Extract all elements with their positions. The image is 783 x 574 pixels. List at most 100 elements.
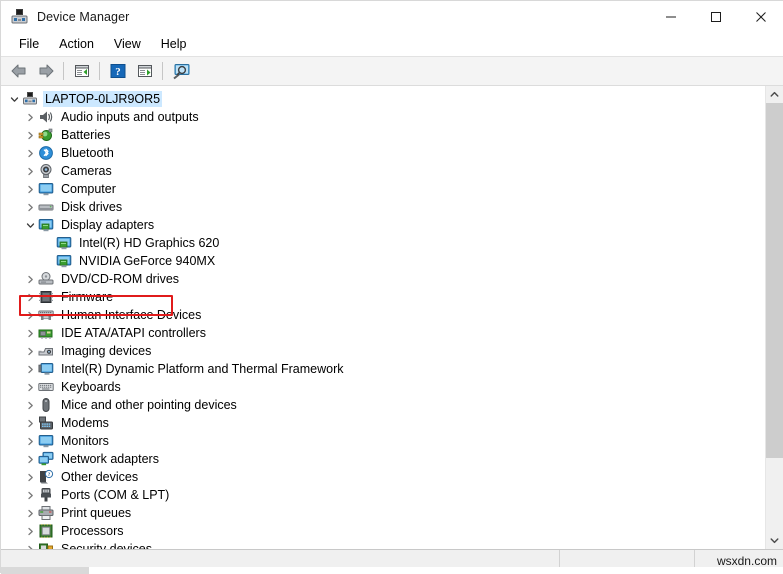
tree-item-computer[interactable]: Computer — [1, 180, 765, 198]
tree-item-other-devices[interactable]: ? Other devices — [1, 468, 765, 486]
tree-item-label: Human Interface Devices — [61, 308, 202, 322]
tree-item-ide-ata-atapi-controllers[interactable]: IDE ATA/ATAPI controllers — [1, 324, 765, 342]
chevron-right-icon[interactable] — [23, 365, 38, 374]
chevron-right-icon[interactable] — [23, 293, 38, 302]
chevron-down-icon[interactable] — [23, 221, 38, 230]
chevron-right-icon[interactable] — [23, 473, 38, 482]
window-title: Device Manager — [37, 9, 130, 24]
tree-item-audio-inputs-and-outputs[interactable]: Audio inputs and outputs — [1, 108, 765, 126]
scroll-up-button[interactable] — [766, 86, 783, 103]
menu-item-view[interactable]: View — [104, 35, 151, 54]
tree-item-cameras[interactable]: Cameras — [1, 162, 765, 180]
chevron-right-icon[interactable] — [23, 311, 38, 320]
chevron-right-icon[interactable] — [23, 527, 38, 536]
tree-item-keyboards[interactable]: Keyboards — [1, 378, 765, 396]
tree-item-network-adapters[interactable]: Network adapters — [1, 450, 765, 468]
chevron-right-icon[interactable] — [23, 329, 38, 338]
monitor-icon — [38, 433, 54, 449]
tree-item-bluetooth[interactable]: Bluetooth — [1, 144, 765, 162]
chevron-right-icon[interactable] — [23, 347, 38, 356]
vertical-scrollbar[interactable] — [765, 86, 783, 549]
tree-item-dvd-cd-rom-drives[interactable]: DVD/CD-ROM drives — [1, 270, 765, 288]
chevron-right-icon[interactable] — [23, 167, 38, 176]
tree-item-disk-drives[interactable]: Disk drives — [1, 198, 765, 216]
display-adapter-icon — [56, 235, 72, 251]
close-button[interactable] — [738, 1, 783, 32]
device-tree: LAPTOP-0LJR9OR5 Audio inputs and outputs… — [1, 86, 765, 549]
tree-item-nvidia-geforce-940mx[interactable]: NVIDIA GeForce 940MX — [1, 252, 765, 270]
chevron-right-icon[interactable] — [23, 455, 38, 464]
tree-item-label: Intel(R) Dynamic Platform and Thermal Fr… — [61, 362, 344, 376]
tree-item-label: DVD/CD-ROM drives — [61, 272, 180, 286]
monitor-icon — [38, 181, 54, 197]
chevron-right-icon[interactable] — [23, 113, 38, 122]
minimize-button[interactable] — [648, 1, 693, 32]
tree-item-root[interactable]: LAPTOP-0LJR9OR5 — [1, 90, 765, 108]
chevron-right-icon[interactable] — [23, 275, 38, 284]
menu-item-help[interactable]: Help — [151, 35, 197, 54]
tree-item-firmware[interactable]: Firmware — [1, 288, 765, 306]
scan-hardware-button[interactable] — [167, 59, 194, 83]
menu-item-file[interactable]: File — [9, 35, 49, 54]
chevron-right-icon[interactable] — [23, 545, 38, 549]
chevron-right-icon[interactable] — [23, 419, 38, 428]
keyboard-icon — [38, 379, 54, 395]
window-controls — [648, 1, 783, 32]
back-button[interactable] — [5, 59, 32, 83]
tree-item-label: Security devices — [61, 542, 153, 549]
toolbar: ? — [1, 57, 783, 86]
tree-item-intel-dynamic-platform-and-thermal-framework[interactable]: Intel(R) Dynamic Platform and Thermal Fr… — [1, 360, 765, 378]
firmware-chip-icon — [38, 289, 54, 305]
tree-item-print-queues[interactable]: Print queues — [1, 504, 765, 522]
bluetooth-icon — [38, 145, 54, 161]
chevron-right-icon[interactable] — [23, 401, 38, 410]
maximize-button[interactable] — [693, 1, 738, 32]
tree-item-label: Firmware — [61, 290, 114, 304]
forward-button[interactable] — [32, 59, 59, 83]
other-device-question-icon: ? — [38, 469, 54, 485]
tree-item-label: Disk drives — [61, 200, 123, 214]
tree-item-processors[interactable]: Processors — [1, 522, 765, 540]
properties-button[interactable] — [131, 59, 158, 83]
computer-icon — [22, 91, 38, 107]
battery-icon — [38, 127, 54, 143]
optical-drive-icon — [38, 271, 54, 287]
tree-item-label: Cameras — [61, 164, 112, 178]
tree-item-batteries[interactable]: Batteries — [1, 126, 765, 144]
chevron-right-icon[interactable] — [23, 491, 38, 500]
chevron-right-icon[interactable] — [23, 149, 38, 158]
tree-item-security-devices[interactable]: Security devices — [1, 540, 765, 549]
tree-item-monitors[interactable]: Monitors — [1, 432, 765, 450]
tree-item-mice-and-other-pointing-devices[interactable]: Mice and other pointing devices — [1, 396, 765, 414]
console-tree-button[interactable] — [68, 59, 95, 83]
toolbar-separator — [99, 62, 100, 80]
modem-icon — [38, 415, 54, 431]
menu-item-action[interactable]: Action — [49, 35, 104, 54]
tree-item-modems[interactable]: Modems — [1, 414, 765, 432]
tree-item-label: IDE ATA/ATAPI controllers — [61, 326, 206, 340]
chevron-right-icon[interactable] — [23, 437, 38, 446]
speaker-icon — [38, 109, 54, 125]
display-adapter-icon — [38, 217, 54, 233]
scroll-down-button[interactable] — [766, 532, 783, 549]
chevron-right-icon[interactable] — [23, 185, 38, 194]
help-button[interactable]: ? — [104, 59, 131, 83]
tree-item-label: Network adapters — [61, 452, 159, 466]
chevron-right-icon[interactable] — [23, 203, 38, 212]
tree-item-ports-com-and-lpt[interactable]: Ports (COM & LPT) — [1, 486, 765, 504]
chevron-right-icon[interactable] — [23, 509, 38, 518]
chevron-down-icon[interactable] — [7, 95, 22, 104]
scrollbar-track[interactable] — [766, 103, 783, 532]
disk-drive-icon — [38, 199, 54, 215]
scrollbar-thumb[interactable] — [766, 103, 783, 458]
tree-item-label: LAPTOP-0LJR9OR5 — [43, 91, 163, 107]
chevron-right-icon[interactable] — [23, 131, 38, 140]
tree-item-label: Monitors — [61, 434, 109, 448]
tree-item-intel-hd-graphics-620[interactable]: Intel(R) HD Graphics 620 — [1, 234, 765, 252]
tree-item-imaging-devices[interactable]: Imaging devices — [1, 342, 765, 360]
device-tree-pane[interactable]: LAPTOP-0LJR9OR5 Audio inputs and outputs… — [1, 86, 765, 549]
camera-icon — [38, 163, 54, 179]
tree-item-human-interface-devices[interactable]: Human Interface Devices — [1, 306, 765, 324]
chevron-right-icon[interactable] — [23, 383, 38, 392]
tree-item-display-adapters[interactable]: Display adapters — [1, 216, 765, 234]
